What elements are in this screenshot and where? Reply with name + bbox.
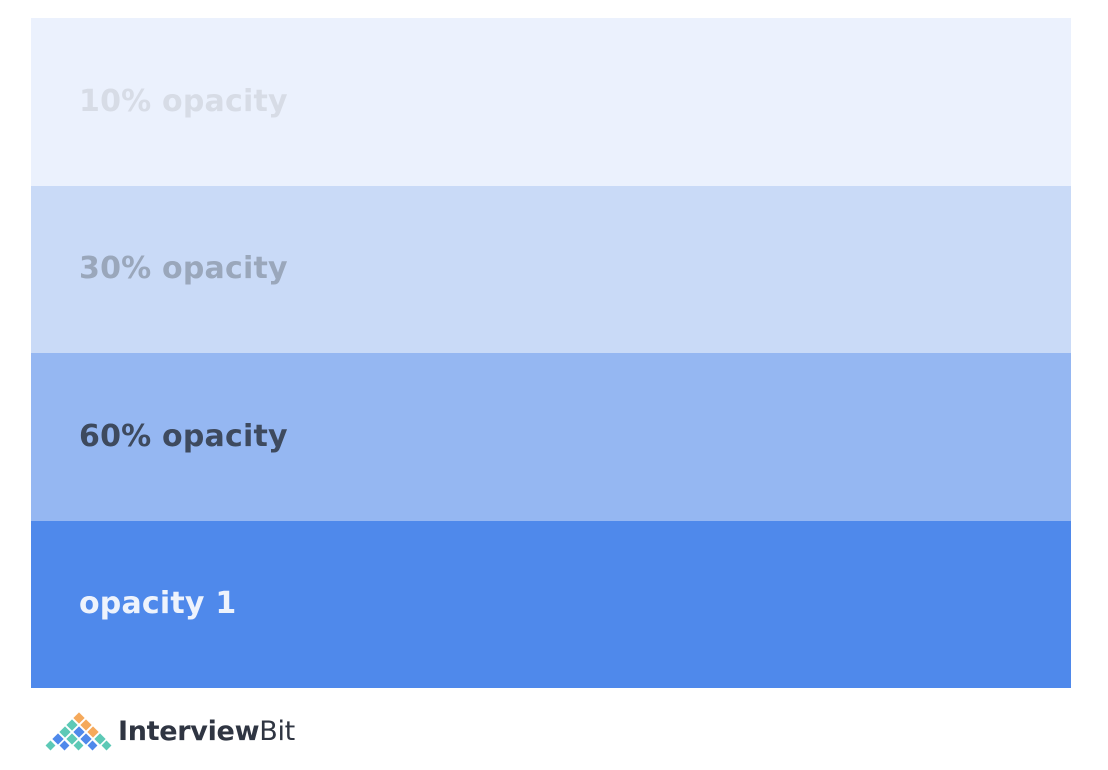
band-10-opacity: 10% opacity [31,18,1071,186]
band-full-opacity: opacity 1 [31,520,1071,688]
logo-wordmark-light: Bit [259,716,295,747]
band-30-opacity: 30% opacity [31,185,1071,353]
interviewbit-logo: InterviewBit [42,712,295,752]
opacity-bands: 10% opacity 30% opacity 60% opacity opac… [31,18,1071,688]
band-60-opacity: 60% opacity [31,353,1071,521]
band-label: opacity 1 [79,586,237,622]
band-label: 30% opacity [79,251,288,287]
diamond-lattice-logo-icon [45,712,112,751]
band-label: 60% opacity [79,418,288,454]
logo-wordmark-bold: Interview [118,716,260,747]
logo-wordmark: InterviewBit [118,712,295,752]
band-label: 10% opacity [79,83,288,119]
